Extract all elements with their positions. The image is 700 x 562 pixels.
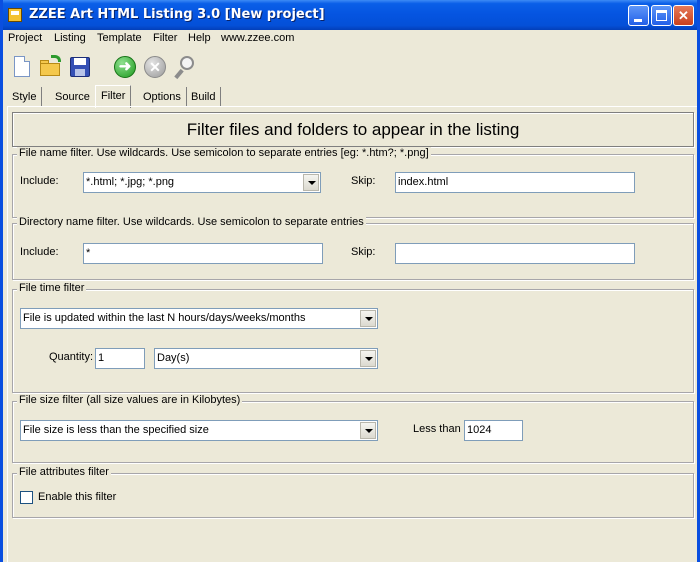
app-icon[interactable] [8,8,22,22]
filter-panel: Filter files and folders to appear in th… [7,106,697,562]
file-size-filter-group: File size filter (all size values are in… [12,394,694,463]
file-include-value: *.html; *.jpg; *.png [86,176,175,188]
file-include-label: Include: [20,175,59,187]
file-skip-label: Skip: [351,175,376,187]
maximize-button[interactable] [651,5,672,26]
file-name-filter-group: File name filter. Use wildcards. Use sem… [12,147,694,218]
file-name-filter-legend: File name filter. Use wildcards. Use sem… [17,147,431,159]
dir-include-input[interactable]: * [83,243,323,264]
tab-style[interactable]: Style [7,87,43,107]
less-than-input[interactable]: 1024 [464,420,523,441]
time-unit-combo[interactable]: Day(s) [154,348,378,369]
file-size-filter-legend: File size filter (all size values are in… [17,394,243,406]
open-folder-icon[interactable] [38,54,64,80]
dir-name-filter-group: Directory name filter. Use wildcards. Us… [12,216,694,280]
minimize-button[interactable] [628,5,649,26]
menu-project[interactable]: Project [8,32,42,44]
dir-skip-input[interactable] [395,243,635,264]
size-mode-combo[interactable]: File size is less than the specified siz… [20,420,378,441]
menu-help[interactable]: Help [188,32,211,44]
file-attributes-filter-legend: File attributes filter [17,466,111,478]
quantity-label: Quantity: [49,351,94,363]
enable-filter-label[interactable]: Enable this filter [38,491,116,503]
menu-bar: Project Listing Template Filter Help www… [3,30,697,48]
file-skip-input[interactable]: index.html [395,172,635,193]
chevron-down-icon[interactable] [360,310,376,327]
chevron-down-icon[interactable] [360,422,376,439]
tab-options[interactable]: Options [138,87,187,107]
tab-build[interactable]: Build [186,87,222,107]
magnifier-icon[interactable] [172,54,198,80]
close-button[interactable]: ✕ [673,5,694,26]
dir-skip-label: Skip: [351,246,376,258]
tab-strip: Style Source Filter Options Build [7,85,697,108]
time-mode-combo[interactable]: File is updated within the last N hours/… [20,308,378,329]
less-than-label: Less than [413,423,461,435]
menu-listing[interactable]: Listing [54,32,86,44]
time-mode-value: File is updated within the last N hours/… [23,312,306,324]
stop-icon[interactable]: ✕ [142,54,168,80]
file-time-filter-legend: File time filter [17,282,87,294]
go-arrow-icon[interactable]: ➜ [112,54,138,80]
dir-include-label: Include: [20,246,59,258]
menu-filter[interactable]: Filter [153,32,177,44]
app-window: ZZEE Art HTML Listing 3.0 [New project] … [0,0,700,562]
file-include-combo[interactable]: *.html; *.jpg; *.png [83,172,321,193]
toolbar: ➜ ✕ [3,50,697,84]
size-mode-value: File size is less than the specified siz… [23,424,209,436]
title-bar[interactable]: ZZEE Art HTML Listing 3.0 [New project] … [3,0,697,30]
window-title: ZZEE Art HTML Listing 3.0 [New project] [29,7,325,22]
file-time-filter-group: File time filter File is updated within … [12,282,694,393]
enable-filter-checkbox[interactable] [20,491,33,504]
dir-name-filter-legend: Directory name filter. Use wildcards. Us… [17,216,366,228]
new-document-icon[interactable] [9,54,35,80]
save-disk-icon[interactable] [67,54,93,80]
chevron-down-icon[interactable] [303,174,319,191]
chevron-down-icon[interactable] [360,350,376,367]
tab-source[interactable]: Source [50,87,96,107]
file-attributes-filter-group: File attributes filter Enable this filte… [12,466,694,518]
menu-template[interactable]: Template [97,32,142,44]
page-heading: Filter files and folders to appear in th… [12,112,694,147]
menu-website[interactable]: www.zzee.com [221,32,294,44]
time-unit-value: Day(s) [157,352,190,364]
tab-filter[interactable]: Filter [95,85,132,108]
quantity-input[interactable]: 1 [95,348,145,369]
